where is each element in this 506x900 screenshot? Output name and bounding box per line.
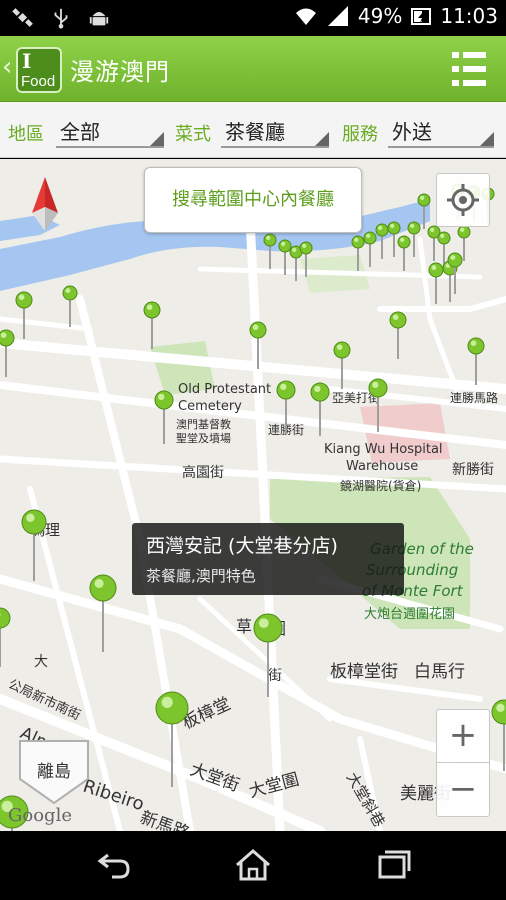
- crosshair-icon: [447, 184, 479, 216]
- region-value: 全部: [60, 120, 100, 144]
- cuisine-label: 菜式: [175, 124, 211, 145]
- logo-text: Food: [21, 73, 56, 90]
- map-label: 大: [34, 654, 48, 670]
- dropdown-arrow-icon: [150, 132, 164, 146]
- map-label: 大炮台週圍花園: [364, 607, 456, 622]
- map-pin-icon[interactable]: [252, 613, 284, 711]
- status-bar: 49% 11:03: [0, 0, 506, 36]
- map-pin-icon[interactable]: [309, 382, 331, 445]
- map-pin-icon[interactable]: [154, 691, 190, 803]
- app-logo[interactable]: I Food: [16, 47, 62, 93]
- map-pin-icon[interactable]: [248, 321, 268, 377]
- region-select[interactable]: 全部: [56, 114, 164, 148]
- map-pin-icon[interactable]: [275, 380, 297, 443]
- map-pin-icon[interactable]: [0, 607, 12, 677]
- clock: 11:03: [440, 4, 498, 28]
- map-pin-icon[interactable]: [0, 329, 16, 385]
- map-pin-icon[interactable]: [388, 311, 408, 367]
- restaurant-category: 茶餐廳,澳門特色: [146, 567, 256, 585]
- map-pin-icon[interactable]: [61, 285, 79, 334]
- google-attribution: Google: [8, 805, 72, 826]
- map-label: 新勝街: [452, 462, 494, 478]
- map-pin-icon[interactable]: [14, 291, 34, 347]
- map-pin-icon[interactable]: [298, 241, 314, 283]
- app-bar: ‹ I Food 漫游澳門: [0, 36, 506, 102]
- cuisine-select[interactable]: 茶餐廳: [221, 114, 329, 148]
- dropdown-arrow-icon: [480, 132, 494, 146]
- home-icon[interactable]: [233, 847, 273, 883]
- compass-icon[interactable]: [30, 177, 60, 231]
- service-label: 服務: [342, 124, 378, 145]
- back-icon[interactable]: [94, 847, 134, 883]
- islands-button[interactable]: 離島: [14, 739, 94, 805]
- map-label: 高園街: [182, 465, 224, 481]
- zoom-out-button[interactable]: −: [437, 764, 489, 817]
- cuisine-filter: 菜式 茶餐廳: [175, 110, 329, 150]
- map-label: 聖堂及墳場: [176, 432, 231, 445]
- zoom-in-button[interactable]: +: [437, 710, 489, 763]
- system-nav-bar: [0, 831, 506, 900]
- battery-percent: 49%: [357, 4, 403, 28]
- map-label: 草: [236, 617, 253, 636]
- map-label: 板樟堂街: [330, 662, 398, 682]
- battery-charging-icon: [411, 8, 432, 25]
- islands-label: 離島: [37, 762, 71, 782]
- map-label: Old Protestant: [178, 382, 272, 397]
- signal-icon: [327, 6, 348, 26]
- map-pin-icon[interactable]: [446, 252, 464, 301]
- map-pin-icon[interactable]: [490, 699, 506, 783]
- service-value: 外送: [392, 120, 432, 144]
- cuisine-value: 茶餐廳: [225, 120, 285, 144]
- restaurant-info-window[interactable]: 西灣安記 (大堂巷分店) 茶餐廳,澳門特色: [132, 523, 404, 595]
- logo-letter: I: [22, 49, 32, 73]
- map-label: 鏡湖醫院(貨倉): [340, 479, 422, 493]
- app-title: 漫游澳門: [70, 58, 170, 86]
- satellite-icon: [12, 8, 33, 27]
- map-label: Cemetery: [178, 399, 242, 414]
- filter-bar: 地區 全部 菜式 茶餐廳 服務 外送: [0, 102, 506, 158]
- recent-apps-icon[interactable]: [374, 847, 414, 883]
- map-pin-icon[interactable]: [153, 390, 175, 453]
- usb-icon: [54, 8, 68, 29]
- wifi-icon: [295, 8, 316, 25]
- chevron-left-icon[interactable]: ‹: [2, 52, 12, 82]
- android-icon: [89, 12, 109, 26]
- search-area-button[interactable]: 搜尋範圍中心內餐廳: [144, 167, 362, 233]
- map-pin-icon[interactable]: [142, 301, 162, 357]
- region-filter: 地區 全部: [8, 110, 164, 150]
- map-pin-icon[interactable]: [20, 509, 48, 593]
- map-pin-icon[interactable]: [332, 341, 352, 397]
- map-label: Warehouse: [346, 459, 419, 474]
- zoom-controls: + −: [436, 709, 490, 817]
- map-pin-icon[interactable]: [367, 378, 389, 441]
- region-label: 地區: [8, 124, 44, 145]
- map-pin-icon[interactable]: [262, 233, 278, 275]
- my-location-button[interactable]: [436, 173, 490, 227]
- map-view[interactable]: Old Protestant Cemetery 澳門基督教 聖堂及墳場 Kian…: [0, 159, 506, 831]
- map-label: 白馬行: [414, 662, 465, 682]
- service-filter: 服務 外送: [342, 110, 494, 150]
- dropdown-arrow-icon: [315, 132, 329, 146]
- service-select[interactable]: 外送: [388, 114, 494, 148]
- map-label: Kiang Wu Hospital: [324, 442, 443, 457]
- map-pin-icon[interactable]: [466, 337, 486, 393]
- list-menu-icon[interactable]: [452, 52, 486, 86]
- map-pin-icon[interactable]: [88, 574, 118, 665]
- restaurant-name: 西灣安記 (大堂巷分店): [146, 535, 338, 557]
